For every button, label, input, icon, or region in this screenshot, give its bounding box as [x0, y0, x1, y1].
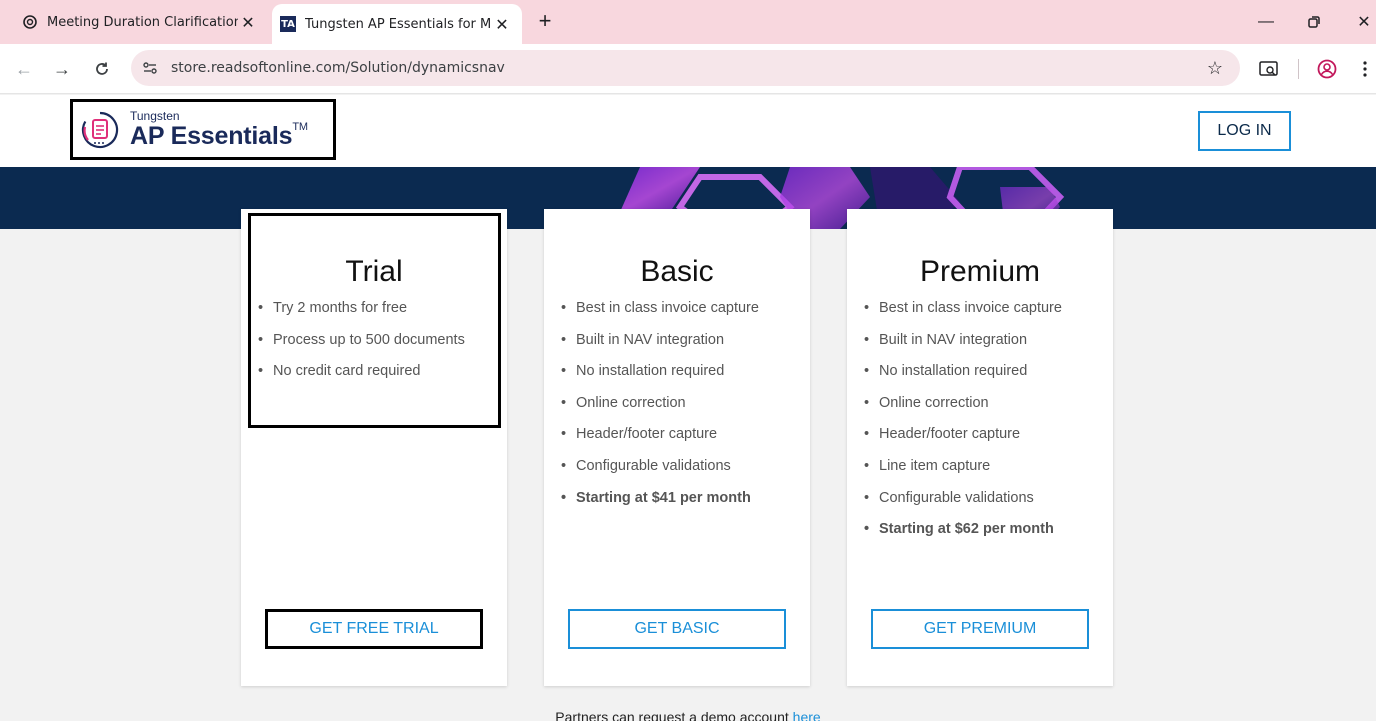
plan-feature-list: Try 2 months for free Process up to 500 … — [258, 299, 465, 394]
site-info-icon[interactable] — [137, 55, 163, 81]
plan-title: Basic — [640, 255, 714, 288]
toolbar-divider — [1298, 59, 1299, 79]
price-item: Starting at $62 per month — [864, 520, 1062, 552]
feature-item: Configurable validations — [561, 457, 759, 489]
plan-card-premium: Premium Best in class invoice capture Bu… — [847, 209, 1113, 686]
feature-item: Best in class invoice capture — [561, 299, 759, 331]
plan-feature-list: Best in class invoice capture Built in N… — [561, 299, 759, 521]
partners-here-link[interactable]: here — [793, 709, 821, 721]
get-premium-button[interactable]: GET PREMIUM — [871, 609, 1089, 649]
logo-trademark: TM — [292, 121, 308, 133]
chatgpt-icon — [22, 14, 38, 30]
tab-meeting-duration[interactable]: Meeting Duration Clarification ✕ — [10, 0, 268, 44]
feature-item: Best in class invoice capture — [864, 299, 1062, 331]
close-icon[interactable]: ✕ — [492, 14, 512, 34]
feature-item: No installation required — [561, 362, 759, 394]
feature-item: Built in NAV integration — [864, 331, 1062, 363]
new-tab-plus-icon[interactable]: + — [534, 8, 556, 33]
feature-item: Built in NAV integration — [561, 331, 759, 363]
tab-title: Tungsten AP Essentials for Micr — [305, 16, 492, 32]
restore-icon[interactable] — [1302, 10, 1326, 34]
bookmark-star-icon[interactable]: ☆ — [1204, 57, 1226, 79]
reload-icon[interactable] — [89, 56, 115, 82]
feature-item: Process up to 500 documents — [258, 331, 465, 363]
feature-item: Online correction — [561, 394, 759, 426]
feature-item: Online correction — [864, 394, 1062, 426]
minimize-icon[interactable]: — — [1254, 10, 1278, 34]
plan-card-basic: Basic Best in class invoice capture Buil… — [544, 209, 810, 686]
feature-item: Header/footer capture — [864, 425, 1062, 457]
more-menu-icon[interactable] — [1352, 56, 1376, 82]
plan-title: Trial — [345, 255, 403, 288]
tab-search-icon[interactable] — [1256, 56, 1282, 82]
partners-note: Partners can request a demo account here — [0, 709, 1376, 721]
tungsten-logo[interactable]: Tungsten AP EssentialsTM — [70, 99, 336, 160]
get-free-trial-button[interactable]: GET FREE TRIAL — [265, 609, 483, 649]
logo-brand-small: Tungsten — [130, 109, 180, 123]
logo-product-text: AP Essentials — [130, 122, 293, 150]
favicon-text: TA — [281, 18, 295, 30]
profile-avatar-icon[interactable] — [1314, 56, 1340, 82]
feature-item: Line item capture — [864, 457, 1062, 489]
feature-item: Header/footer capture — [561, 425, 759, 457]
back-arrow-icon[interactable]: ← — [11, 56, 37, 82]
address-bar[interactable]: store.readsoftonline.com/Solution/dynami… — [131, 50, 1240, 86]
tab-title: Meeting Duration Clarification — [47, 14, 238, 30]
get-basic-button[interactable]: GET BASIC — [568, 609, 786, 649]
tab-tungsten-ap[interactable]: TA Tungsten AP Essentials for Micr ✕ — [272, 4, 522, 44]
browser-tab-bar: Meeting Duration Clarification ✕ TA Tung… — [0, 0, 1376, 44]
ta-favicon-icon: TA — [280, 16, 296, 32]
plan-feature-list: Best in class invoice capture Built in N… — [864, 299, 1062, 552]
browser-toolbar: ← → store.readsoftonline.com/Solution/dy… — [0, 44, 1376, 94]
plan-card-trial: Trial Try 2 months for free Process up t… — [241, 209, 507, 686]
plan-title: Premium — [919, 255, 1040, 288]
login-button[interactable]: LOG IN — [1198, 111, 1291, 151]
feature-item: Try 2 months for free — [258, 299, 465, 331]
logo-product-name: AP EssentialsTM — [130, 121, 308, 150]
logo-text: Tungsten AP EssentialsTM — [130, 110, 308, 149]
partners-text: Partners can request a demo account — [555, 709, 793, 721]
site-header: Tungsten AP EssentialsTM LOG IN — [0, 95, 1376, 167]
url-text: store.readsoftonline.com/Solution/dynami… — [171, 60, 505, 76]
close-icon[interactable]: ✕ — [238, 12, 258, 32]
price-item: Starting at $41 per month — [561, 489, 759, 521]
ap-essentials-logo-icon — [81, 111, 119, 148]
window-close-icon[interactable]: ✕ — [1352, 10, 1376, 34]
feature-item: No credit card required — [258, 362, 465, 394]
feature-item: Configurable validations — [864, 489, 1062, 521]
feature-item: No installation required — [864, 362, 1062, 394]
forward-arrow-icon[interactable]: → — [49, 56, 75, 82]
